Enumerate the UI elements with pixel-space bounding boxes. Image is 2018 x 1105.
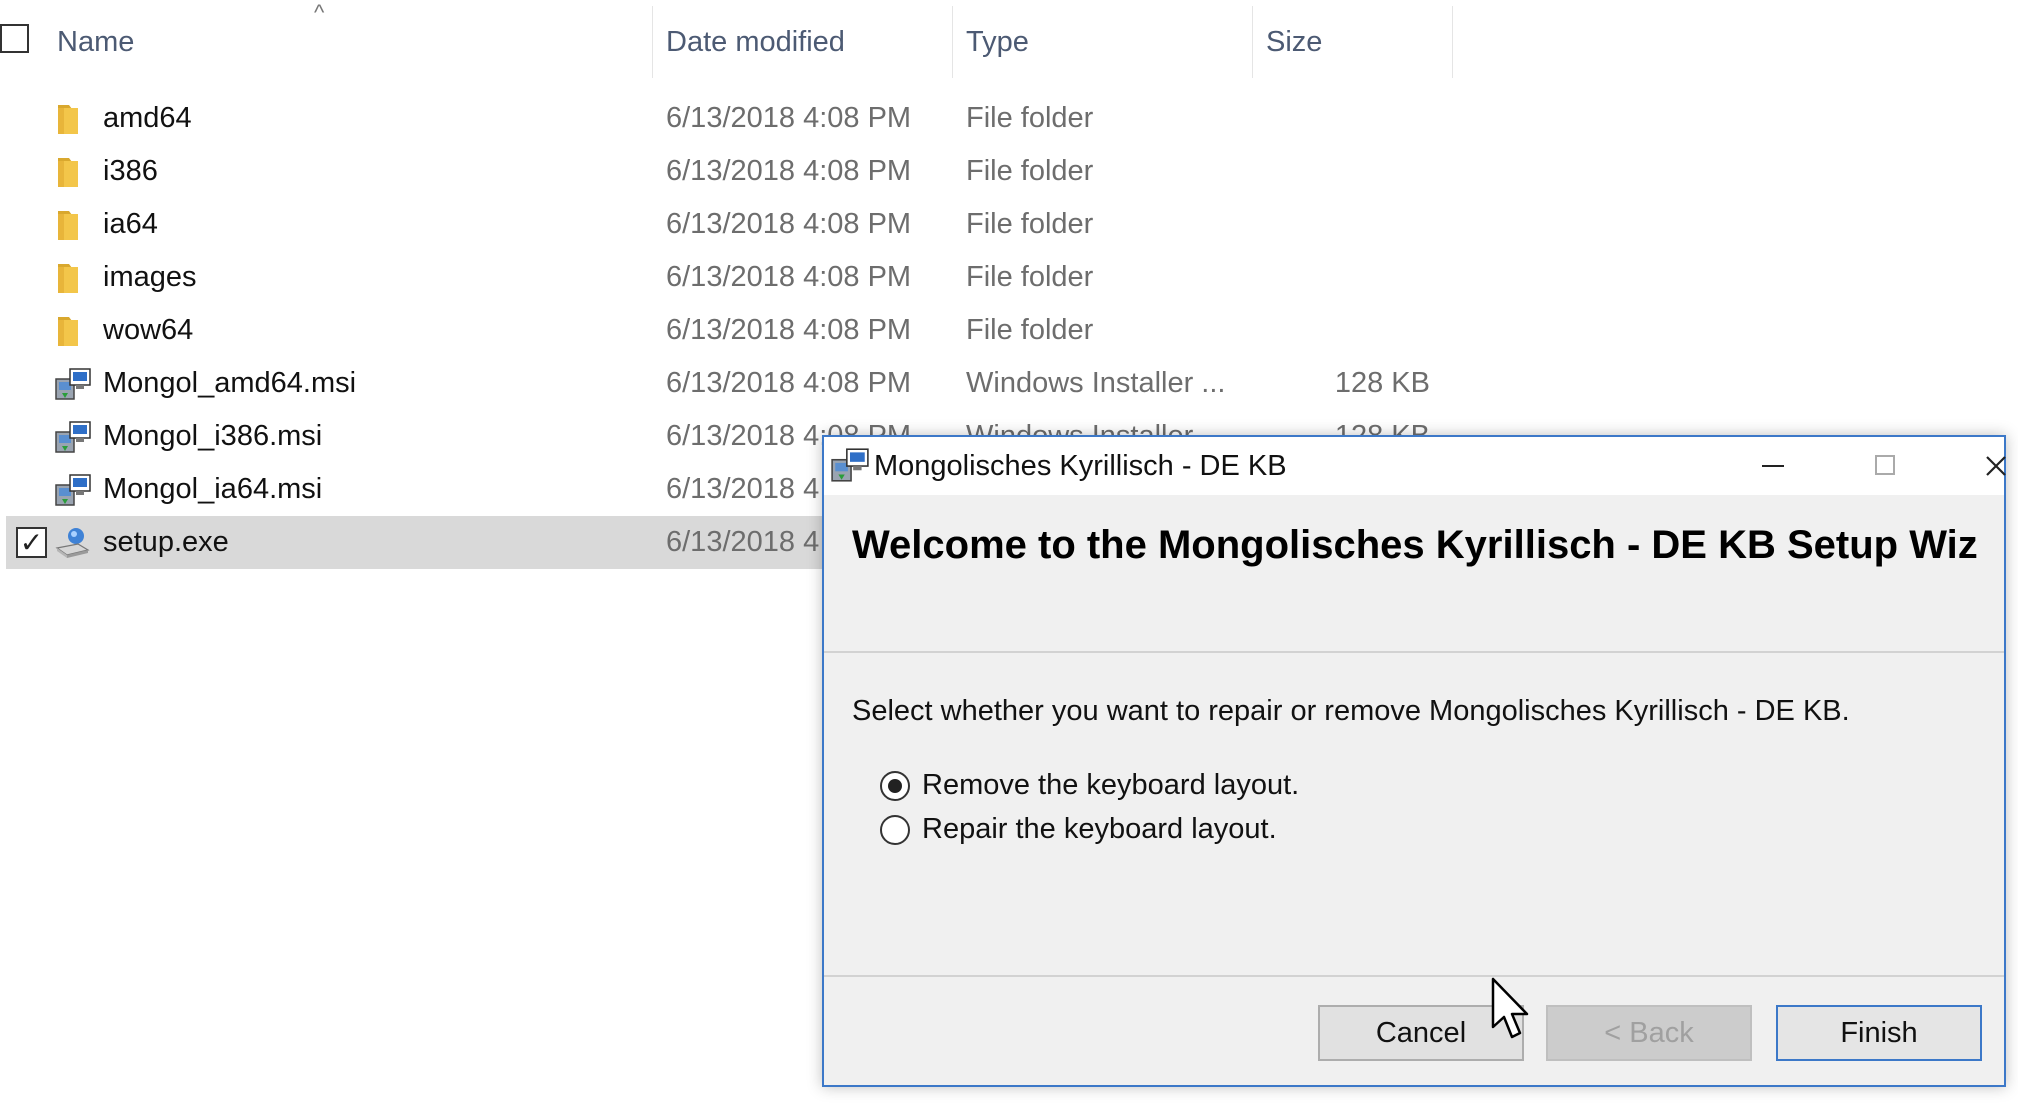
file-name: i386 <box>103 155 158 187</box>
repair-layout-radio[interactable] <box>880 815 910 845</box>
wizard-instruction: Select whether you want to repair or rem… <box>852 695 1850 727</box>
folder-icon <box>58 317 78 346</box>
folder-icon <box>58 264 78 293</box>
file-name: wow64 <box>103 314 194 346</box>
file-date-modified: 6/13/2018 4:08 PM <box>666 102 912 134</box>
file-type: Windows Installer ... <box>966 367 1226 399</box>
radio-selected-dot <box>888 779 902 793</box>
msi-installer-icon <box>831 448 869 482</box>
file-name: Mongol_ia64.msi <box>103 473 323 505</box>
repair-layout-label[interactable]: Repair the keyboard layout. <box>922 813 1277 846</box>
folder-icon <box>58 211 78 240</box>
row-checkbox[interactable]: ✓ <box>16 527 47 558</box>
wizard-heading: Welcome to the Mongolisches Kyrillisch -… <box>852 523 1978 567</box>
file-type: File folder <box>966 155 1094 187</box>
setup-exe-icon <box>55 528 90 558</box>
remove-layout-radio[interactable] <box>880 771 910 801</box>
file-date-modified: 6/13/2018 4:08 PM <box>666 367 912 399</box>
column-divider[interactable] <box>652 6 653 78</box>
msi-installer-icon <box>55 474 91 506</box>
file-row-ia64[interactable]: ia64 6/13/2018 4:08 PM File folder <box>0 198 1460 251</box>
column-divider[interactable] <box>1252 6 1253 78</box>
file-date-modified: 6/13/2018 4:08 PM <box>666 208 912 240</box>
file-row-wow64[interactable]: wow64 6/13/2018 4:08 PM File folder <box>0 304 1460 357</box>
file-type: File folder <box>966 102 1094 134</box>
close-icon <box>1986 456 2006 476</box>
folder-icon <box>58 105 78 134</box>
divider <box>824 975 2004 977</box>
sort-ascending-icon: ^ <box>314 0 325 25</box>
explorer-column-header: ^ Name Date modified Type Size <box>0 0 1460 84</box>
file-date-modified: 6/13/2018 4 <box>666 473 820 505</box>
file-name: Mongol_amd64.msi <box>103 367 357 399</box>
column-divider[interactable] <box>952 6 953 78</box>
file-name: images <box>103 261 197 293</box>
remove-layout-label[interactable]: Remove the keyboard layout. <box>922 769 1299 802</box>
file-name: setup.exe <box>103 526 229 558</box>
minimize-icon <box>1762 465 1784 467</box>
msi-installer-icon <box>55 368 91 400</box>
file-row-mongol-amd64-msi[interactable]: Mongol_amd64.msi 6/13/2018 4:08 PM Windo… <box>0 357 1460 410</box>
folder-icon <box>58 158 78 187</box>
column-divider[interactable] <box>1452 6 1453 78</box>
file-type: File folder <box>966 261 1094 293</box>
file-size: 128 KB <box>1334 367 1430 399</box>
setup-wizard-dialog: Mongolisches Kyrillisch - DE KB Welcome … <box>822 435 2006 1087</box>
file-type: File folder <box>966 208 1094 240</box>
file-row-images[interactable]: images 6/13/2018 4:08 PM File folder <box>0 251 1460 304</box>
back-button: < Back <box>1546 1005 1752 1061</box>
maximize-icon <box>1875 455 1895 475</box>
finish-button[interactable]: Finish <box>1776 1005 1982 1061</box>
column-header-type[interactable]: Type <box>966 0 1029 84</box>
dialog-title-bar[interactable]: Mongolisches Kyrillisch - DE KB <box>824 437 2006 495</box>
file-type: File folder <box>966 314 1094 346</box>
file-date-modified: 6/13/2018 4:08 PM <box>666 155 912 187</box>
file-date-modified: 6/13/2018 4:08 PM <box>666 261 912 293</box>
mouse-cursor-icon <box>1491 977 1529 1039</box>
dialog-title: Mongolisches Kyrillisch - DE KB <box>874 450 1287 482</box>
file-name: Mongol_i386.msi <box>103 420 323 452</box>
column-header-date-modified[interactable]: Date modified <box>666 0 845 84</box>
minimize-button[interactable] <box>1728 437 1820 495</box>
file-date-modified: 6/13/2018 4:08 PM <box>666 314 912 346</box>
file-name: ia64 <box>103 208 158 240</box>
file-row-i386[interactable]: i386 6/13/2018 4:08 PM File folder <box>0 145 1460 198</box>
column-header-name[interactable]: Name <box>57 0 134 84</box>
maximize-button <box>1840 437 1932 495</box>
select-all-checkbox[interactable] <box>0 24 29 53</box>
file-row-amd64[interactable]: amd64 6/13/2018 4:08 PM File folder <box>0 92 1460 145</box>
msi-installer-icon <box>55 421 91 453</box>
file-name: amd64 <box>103 102 192 134</box>
column-header-size[interactable]: Size <box>1266 0 1322 84</box>
close-button[interactable] <box>1950 437 2018 495</box>
divider <box>824 651 2004 653</box>
file-date-modified: 6/13/2018 4 <box>666 526 820 558</box>
